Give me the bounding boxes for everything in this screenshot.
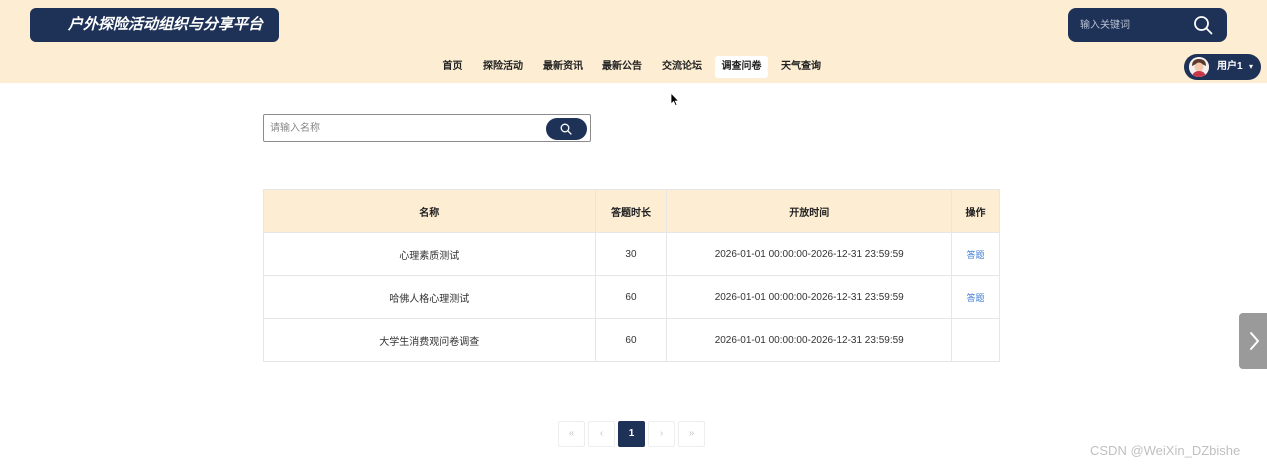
survey-name: 心理素质测试 [263,232,596,276]
site-title[interactable]: 户外探险活动组织与分享平台 [30,8,279,42]
pagination-prev[interactable]: ‹ [588,421,615,447]
search-icon[interactable] [1193,15,1213,35]
column-header-duration: 答题时长 [594,189,668,233]
watermark: CSDN @WeiXin_DZbishe [1090,443,1241,458]
header-search [1068,8,1227,42]
survey-open-time: 2026-01-01 00:00:00-2026-12-31 23:59:59 [666,318,953,362]
table-row: 大学生消费观问卷调查 60 2026-01-01 00:00:00-2026-1… [263,318,1000,362]
pagination-last[interactable]: » [678,421,705,447]
nav-home[interactable]: 首页 [437,56,468,78]
answer-link[interactable]: 答题 [951,275,1000,319]
column-header-open-time: 开放时间 [666,189,953,233]
avatar [1189,57,1209,77]
survey-actions-cell [951,318,1000,362]
main-nav: 首页 探险活动 最新资讯 最新公告 交流论坛 调查问卷 天气查询 [0,56,1267,78]
header: 户外探险活动组织与分享平台 首页 探险活动 最新资讯 最新公告 交流论坛 调查问… [0,0,1267,83]
nav-weather[interactable]: 天气查询 [779,56,823,78]
survey-table: 名称 答题时长 开放时间 操作 心理素质测试 30 2026-01-01 00:… [263,189,1000,362]
search-button[interactable] [546,118,587,140]
survey-open-time: 2026-01-01 00:00:00-2026-12-31 23:59:59 [666,232,953,276]
nav-forum[interactable]: 交流论坛 [660,56,704,78]
pagination-page-current[interactable]: 1 [618,421,645,447]
user-menu[interactable]: 用户1 ▾ [1184,54,1261,80]
table-header-row: 名称 答题时长 开放时间 操作 [263,189,1000,233]
survey-name: 哈佛人格心理测试 [263,275,596,319]
name-filter [263,114,591,142]
header-search-input[interactable] [1080,16,1185,34]
pagination-next[interactable]: › [648,421,675,447]
side-drawer-toggle[interactable] [1239,313,1267,369]
chevron-down-icon: ▾ [1249,62,1254,71]
survey-open-time: 2026-01-01 00:00:00-2026-12-31 23:59:59 [666,275,953,319]
nav-adventure-activities[interactable]: 探险活动 [481,56,525,78]
mouse-cursor-icon [670,93,680,107]
nav-surveys[interactable]: 调查问卷 [715,56,768,78]
column-header-actions: 操作 [951,189,1000,233]
survey-name: 大学生消费观问卷调查 [263,318,596,362]
user-name: 用户1 [1217,61,1243,72]
pagination-first[interactable]: « [558,421,585,447]
table-row: 心理素质测试 30 2026-01-01 00:00:00-2026-12-31… [263,232,1000,276]
nav-latest-news[interactable]: 最新资讯 [541,56,585,78]
survey-duration: 60 [594,318,668,362]
survey-duration: 30 [594,232,668,276]
answer-link[interactable]: 答题 [951,232,1000,276]
chevron-right-icon [1250,332,1259,350]
survey-duration: 60 [594,275,668,319]
search-icon [560,123,572,135]
name-search-input[interactable] [270,120,540,136]
table-row: 哈佛人格心理测试 60 2026-01-01 00:00:00-2026-12-… [263,275,1000,319]
column-header-name: 名称 [263,189,596,233]
nav-latest-announcements[interactable]: 最新公告 [600,56,644,78]
